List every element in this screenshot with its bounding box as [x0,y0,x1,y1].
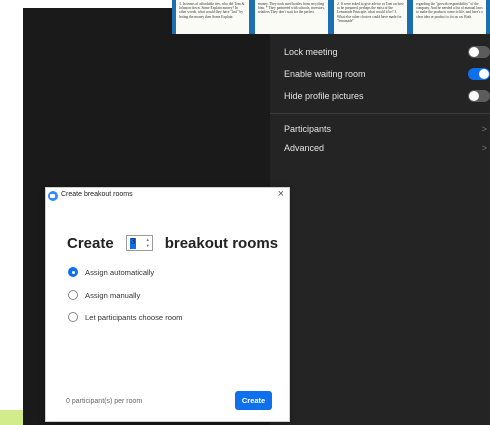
lock-meeting-toggle[interactable] [468,46,490,58]
slide-3: 2. If were asked to give advice or Tom o… [334,0,407,34]
slide-2: money. They took used bottles from recyc… [255,0,328,34]
participants-label: Participants [284,124,332,134]
option-assign-automatically[interactable]: Assign automatically [68,266,154,278]
toggle-knob [469,91,479,101]
option-label: Assign manually [85,290,141,300]
radio-unchecked-icon[interactable] [68,312,78,322]
waiting-room-toggle[interactable] [468,68,490,80]
option-label: Assign automatically [85,267,155,277]
toggle-knob [479,69,489,79]
radio-unchecked-icon[interactable] [68,290,78,300]
close-icon[interactable]: × [278,188,284,200]
option-label: Let participants choose room [85,312,183,322]
zoom-logo-icon [48,191,58,201]
lime-strip [0,410,23,425]
slide-1: 3. In terms of affordable ties, who did … [176,0,249,34]
security-settings-panel: Lock meeting Enable waiting room Hide pr… [270,34,490,425]
room-count-row: Create 3 ▲ ▼ breakout rooms [67,232,278,254]
lock-meeting-label: Lock meeting [284,47,338,57]
menu-item-participants[interactable]: Participants > [284,124,490,134]
option-let-participants-choose[interactable]: Let participants choose room [68,311,183,323]
menu-item-waiting-room[interactable]: Enable waiting room [284,68,490,80]
waiting-room-label: Enable waiting room [284,69,366,79]
menu-item-hide-profile-pictures[interactable]: Hide profile pictures [284,90,490,102]
toggle-knob [469,47,479,57]
stepper-arrows-icon[interactable]: ▲ ▼ [145,237,151,250]
option-assign-manually[interactable]: Assign manually [68,289,140,301]
dialog-title: Create breakout rooms [61,191,133,198]
chevron-right-icon: > [481,143,487,153]
slide-4: regarding the "growth responsibility" of… [413,0,486,34]
shared-screen-slides: 3. In terms of affordable ties, who did … [172,0,490,34]
breakout-rooms-heading: breakout rooms [164,234,279,252]
room-count-value: 3 [130,237,136,246]
room-count-stepper[interactable]: 3 ▲ ▼ [125,235,153,251]
hide-profile-pictures-label: Hide profile pictures [284,91,364,101]
menu-divider [270,113,490,114]
create-button[interactable]: Create [235,391,272,410]
radio-checked-icon[interactable] [68,267,78,277]
menu-item-lock-meeting[interactable]: Lock meeting [284,46,490,58]
hide-profile-pictures-toggle[interactable] [468,90,490,102]
participants-per-room-text: 0 participant(s) per room [66,398,143,405]
create-breakout-rooms-dialog: Create breakout rooms × Create 3 ▲ ▼ brea… [45,187,290,422]
chevron-right-icon: > [481,124,487,134]
advanced-label: Advanced [284,143,325,153]
dialog-title-bar[interactable]: Create breakout rooms × [46,188,289,204]
create-heading: Create [67,234,114,252]
menu-item-advanced[interactable]: Advanced > [284,143,490,153]
